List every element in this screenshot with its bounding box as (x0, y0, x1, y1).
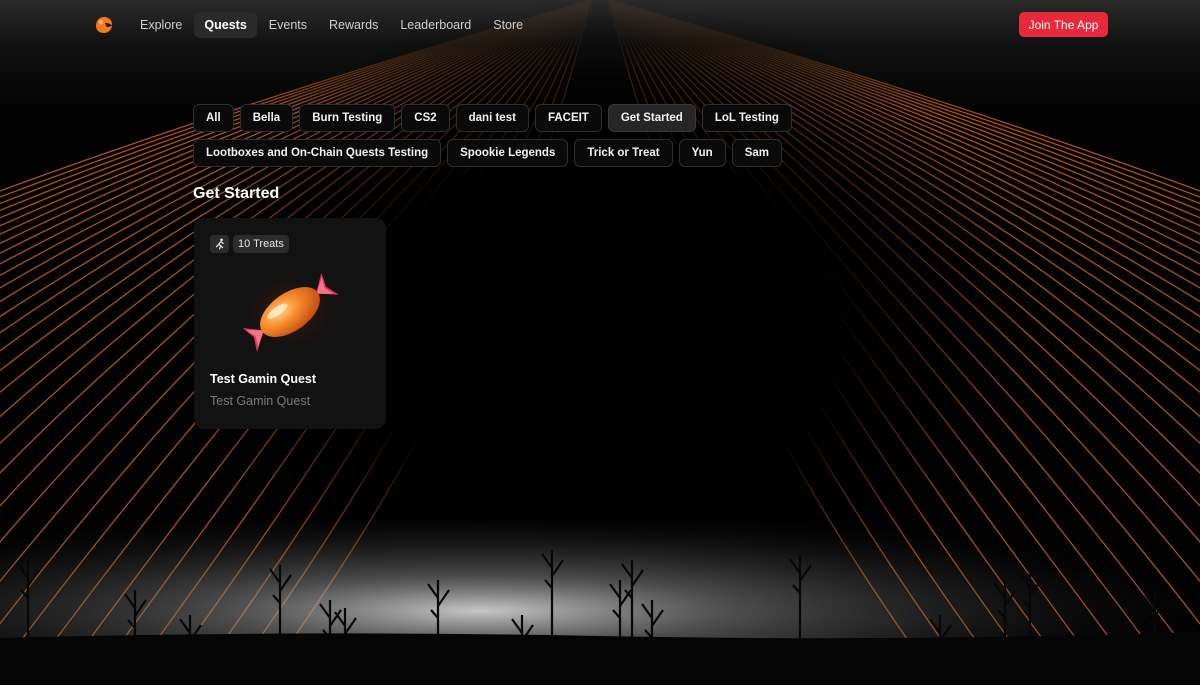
nav-link-leaderboard[interactable]: Leaderboard (390, 12, 481, 38)
filter-chip-bella[interactable]: Bella (239, 104, 294, 132)
quest-title: Test Gamin Quest (210, 372, 317, 386)
nav-link-store[interactable]: Store (483, 12, 533, 38)
horizon-silhouette (0, 520, 1200, 685)
quests-page: Explore Quests Events Rewards Leaderboar… (0, 0, 1200, 685)
quest-filter-chips: All Bella Burn Testing CS2 dani test FAC… (193, 104, 833, 167)
filter-chip-all[interactable]: All (193, 104, 234, 132)
filter-chip-faceit[interactable]: FACEIT (534, 104, 602, 132)
filter-chip-get-started[interactable]: Get Started (607, 104, 696, 132)
candy-icon (234, 266, 346, 358)
treats-reward-badge: 10 Treats (233, 235, 289, 253)
nav-link-rewards[interactable]: Rewards (319, 12, 388, 38)
filter-chip-lol-testing[interactable]: LoL Testing (701, 104, 792, 132)
filter-chip-trick-or-treat[interactable]: Trick or Treat (574, 139, 673, 167)
filter-chip-spookie-legends[interactable]: Spookie Legends (447, 139, 569, 167)
nav-link-quests[interactable]: Quests (194, 12, 257, 38)
filter-chip-yun[interactable]: Yun (678, 139, 726, 167)
ground (0, 632, 1200, 685)
quest-type-badge (210, 235, 229, 253)
quest-card[interactable]: 10 Treats Test Gamin Quest Test Gamin Qu… (194, 218, 386, 429)
nav-link-explore[interactable]: Explore (130, 12, 192, 38)
join-app-button[interactable]: Join The App (1019, 12, 1108, 37)
orange-blob-logo-icon[interactable] (94, 15, 114, 35)
runner-icon (215, 238, 224, 250)
filter-chip-cs2[interactable]: CS2 (401, 104, 450, 132)
filter-chip-sam[interactable]: Sam (731, 139, 782, 167)
filter-chip-lootboxes[interactable]: Lootboxes and On-Chain Quests Testing (193, 139, 442, 167)
nav-link-events[interactable]: Events (259, 12, 317, 38)
quest-subtitle: Test Gamin Quest (210, 394, 311, 408)
top-navbar: Explore Quests Events Rewards Leaderboar… (0, 0, 1200, 50)
filter-chip-dani-test[interactable]: dani test (455, 104, 529, 132)
nav-links: Explore Quests Events Rewards Leaderboar… (130, 12, 533, 38)
filter-chip-burn-testing[interactable]: Burn Testing (299, 104, 396, 132)
section-title: Get Started (193, 185, 280, 202)
quest-badges: 10 Treats (210, 235, 289, 253)
